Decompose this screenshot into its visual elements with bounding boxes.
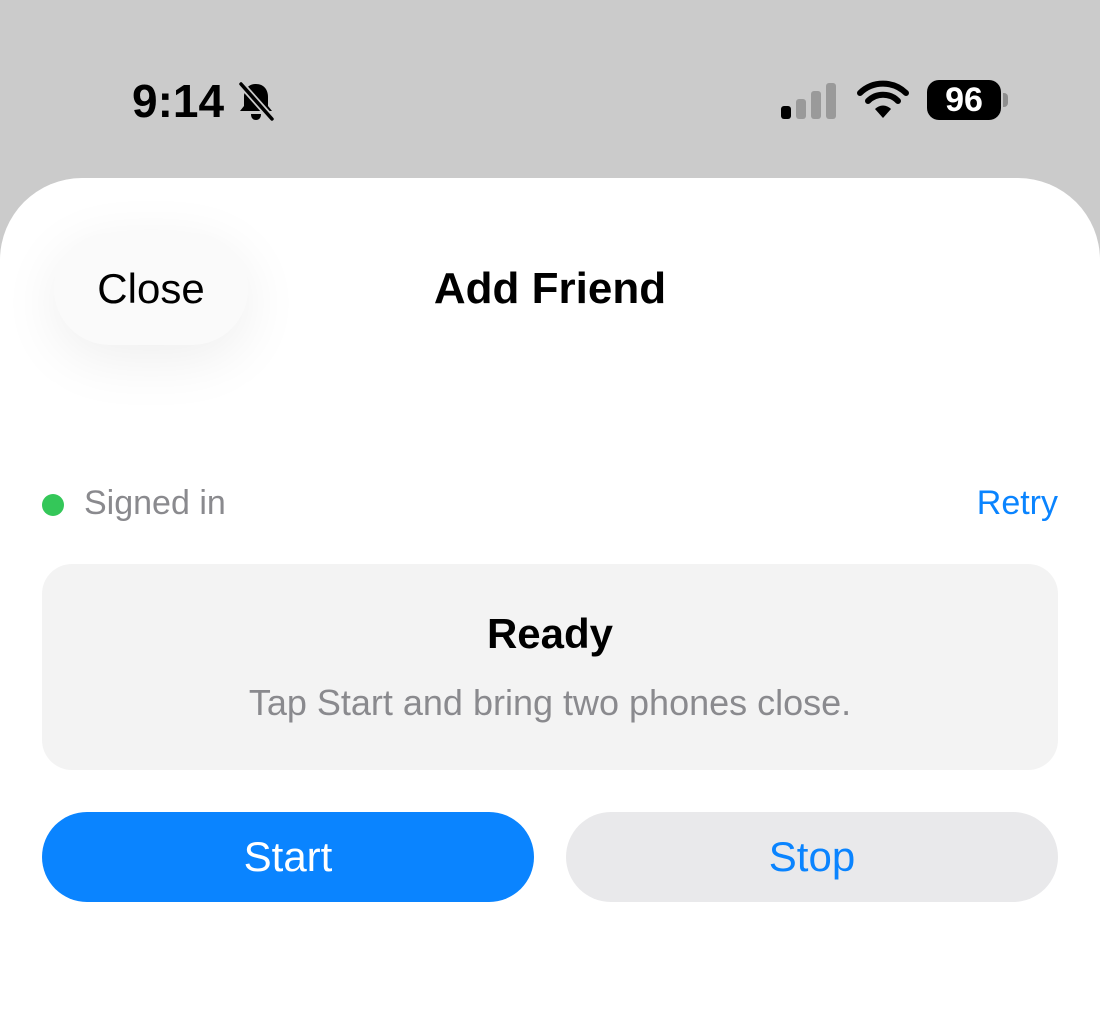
status-bar: 9:14 96 — [0, 0, 1100, 180]
retry-button[interactable]: Retry — [977, 484, 1058, 523]
battery-cap — [1003, 93, 1008, 107]
status-indicator-dot — [42, 494, 64, 516]
status-card-title: Ready — [486, 610, 614, 657]
stop-button[interactable]: Stop — [566, 812, 1058, 902]
status-card: Ready Tap Start and bring two phones clo… — [42, 564, 1058, 770]
connection-status-row: Signed in Retry — [42, 480, 1058, 530]
status-card-subtitle: Tap Start and bring two phones close. — [248, 682, 852, 723]
bell-slash-icon — [236, 80, 276, 122]
battery-icon: 96 — [927, 80, 1001, 120]
sheet-title: Add Friend — [433, 264, 667, 313]
status-time: 9:14 — [132, 75, 225, 127]
connection-status-text: Signed in — [84, 484, 226, 522]
cellular-signal-icon — [780, 82, 840, 120]
add-friend-sheet: Close Add Friend Signed in Retry Ready T… — [0, 178, 1100, 1021]
wifi-icon — [856, 80, 910, 120]
start-button[interactable]: Start — [42, 812, 534, 902]
battery-level: 96 — [945, 81, 983, 119]
